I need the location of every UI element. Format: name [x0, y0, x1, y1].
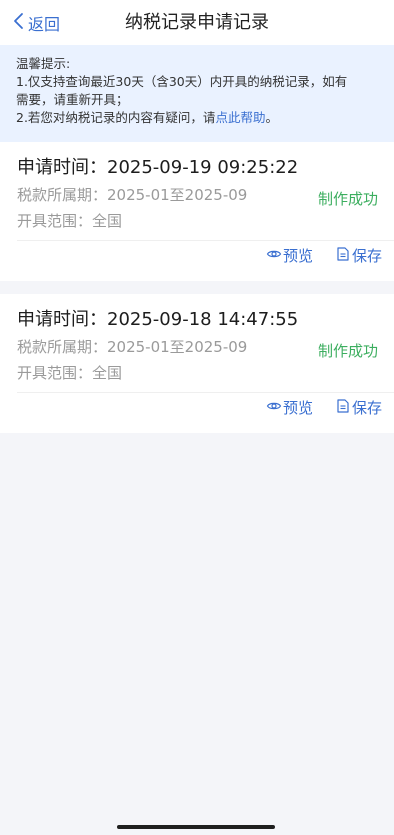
nav-bar: 返回 纳税记录申请记录	[0, 0, 394, 45]
record-tax-period: 税款所属期：2025-01至2025-09	[17, 186, 248, 204]
status-badge: 制作成功	[317, 190, 378, 208]
record-card: 申请时间：2025-09-18 14:47:55 税款所属期：2025-01至2…	[0, 294, 394, 433]
record-apply-time: 申请时间：2025-09-19 09:25:22	[17, 157, 299, 178]
divider	[17, 392, 394, 393]
notice-heading: 温馨提示:	[16, 56, 71, 71]
divider	[17, 240, 394, 241]
save-label: 保存	[351, 247, 382, 265]
notice-line-3-prefix: 2.若您对纳税记录的内容有疑问，请	[16, 110, 216, 125]
page: 返回 纳税记录申请记录 温馨提示: 1.仅支持查询最近30天（含30天）内开具的…	[0, 0, 394, 835]
record-issue-range: 开具范围：全国	[17, 364, 123, 382]
save-button[interactable]: 保存	[335, 246, 382, 267]
preview-button[interactable]: 预览	[266, 398, 313, 419]
save-label: 保存	[351, 399, 382, 417]
record-tax-period: 税款所属期：2025-01至2025-09	[17, 338, 248, 356]
home-indicator[interactable]	[117, 825, 275, 829]
record-actions: 预览 保存	[266, 245, 382, 267]
preview-button[interactable]: 预览	[266, 246, 313, 267]
notice-banner: 温馨提示: 1.仅支持查询最近30天（含30天）内开具的纳税记录，如有 需要，请…	[0, 45, 394, 142]
record-card: 申请时间：2025-09-19 09:25:22 税款所属期：2025-01至2…	[0, 142, 394, 281]
eye-icon	[266, 246, 283, 267]
notice-line-2: 需要，请重新开具；	[16, 92, 129, 107]
document-save-icon	[335, 246, 352, 267]
preview-label: 预览	[282, 247, 313, 265]
notice-line-3: 2.若您对纳税记录的内容有疑问，请点此帮助。	[16, 109, 378, 127]
save-button[interactable]: 保存	[335, 398, 382, 419]
notice-line-1: 1.仅支持查询最近30天（含30天）内开具的纳税记录，如有	[16, 74, 348, 89]
record-apply-time: 申请时间：2025-09-18 14:47:55	[17, 309, 299, 330]
status-badge: 制作成功	[317, 342, 378, 360]
record-actions: 预览 保存	[266, 397, 382, 419]
record-issue-range: 开具范围：全国	[17, 212, 123, 230]
help-link[interactable]: 点此帮助	[215, 110, 265, 125]
preview-label: 预览	[282, 399, 313, 417]
page-title: 纳税记录申请记录	[125, 12, 269, 33]
notice-line-3-suffix: 。	[265, 110, 278, 125]
document-save-icon	[335, 398, 352, 419]
eye-icon	[266, 398, 283, 419]
